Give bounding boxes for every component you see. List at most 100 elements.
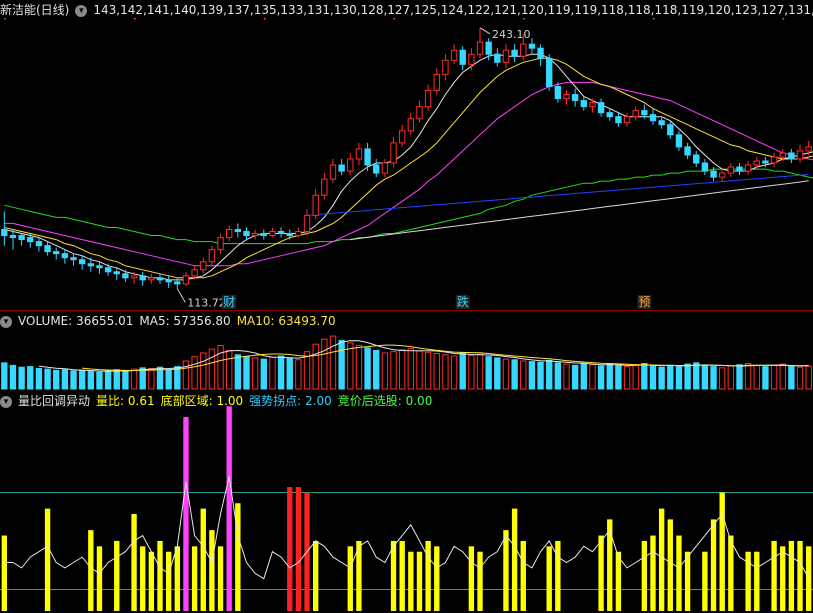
candle-body: [424, 89, 432, 108]
signal-bar: [209, 530, 215, 611]
candle-body: [286, 233, 293, 237]
volume-bar: [329, 335, 337, 390]
volume-bar: [693, 362, 700, 390]
volume-bar: [182, 360, 190, 390]
candle-body: [165, 279, 172, 283]
candle-body: [200, 261, 207, 271]
strong-turn-label: 强势拐点: 2.00: [249, 394, 332, 408]
volume-bar: [113, 369, 120, 390]
volume-bar: [277, 355, 285, 390]
signal-bar: [191, 546, 198, 611]
volume-bar: [18, 366, 25, 390]
signal-bar: [546, 546, 552, 611]
candle-body: [338, 164, 345, 172]
event-marker-cai: 财: [223, 295, 235, 309]
volume-bar: [719, 367, 726, 390]
volume-bar: [130, 368, 138, 390]
candle-body: [701, 162, 709, 172]
signal-bar: [780, 546, 786, 611]
volume-bar: [191, 356, 198, 390]
volume-pane[interactable]: ▾ VOLUME: 36655.01 MA5: 57356.80 MA10: 6349…: [0, 311, 813, 391]
candle-body: [779, 152, 786, 158]
volume-bar: [494, 357, 501, 390]
volume-bar: [476, 353, 484, 390]
candle-body: [321, 178, 328, 196]
volume-bar: [563, 363, 570, 390]
volume-bar: [485, 356, 492, 390]
volume-bar: [96, 371, 103, 390]
candle-body: [61, 253, 69, 259]
candle-body: [182, 275, 190, 285]
volume-bar: [632, 364, 639, 390]
volume-bar: [53, 369, 60, 390]
indicator-chart[interactable]: [0, 391, 813, 613]
candle-body: [684, 146, 691, 156]
volume-bar: [260, 358, 267, 390]
volume-bar: [424, 351, 432, 390]
dropdown-icon[interactable]: ▾: [0, 395, 12, 408]
volume-bar: [234, 354, 242, 390]
volume-bar: [710, 366, 717, 390]
candle-body: [27, 237, 34, 243]
volume-bar: [286, 358, 293, 390]
auction-pick-label: 竞价后选股: 0.00: [337, 394, 433, 408]
candle-body: [468, 53, 475, 65]
candle-body: [122, 273, 129, 279]
candle-body: [1, 228, 8, 237]
vol-ma5-label: MA5: 57356.80: [139, 314, 231, 328]
indicator-pane[interactable]: ▾ 量比回调异动 量比: 0.61 底部区域: 1.00 强势拐点: 2.00 竞价后选股…: [0, 391, 813, 613]
signal-bar: [771, 540, 777, 611]
volume-bar: [615, 364, 622, 390]
candle-body: [788, 152, 795, 160]
signal-bar: [313, 540, 319, 611]
signal-bar: [788, 540, 795, 611]
ma5-label: 143,142,141,140,139,137,135,133,131,130,…: [93, 3, 813, 17]
candle-body: [770, 156, 778, 164]
volume-bar: [104, 370, 112, 390]
volume-bar: [528, 361, 536, 390]
volume-bar: [338, 339, 345, 390]
candle-body: [615, 116, 622, 124]
volume-bar: [468, 354, 475, 390]
volume-bar: [450, 355, 458, 390]
high-price-label: 243.10: [492, 28, 531, 41]
candle-body: [295, 231, 302, 237]
signal-bar: [408, 551, 414, 611]
candle-body: [580, 100, 587, 108]
signal-bar: [295, 487, 302, 611]
volume-bar: [174, 366, 181, 390]
liangbi-label: 量比: 0.61: [96, 394, 155, 408]
volume-bar: [165, 369, 172, 390]
candle-body: [537, 47, 544, 59]
candlestick-chart[interactable]: 243.10 113.72财 跌 预: [0, 0, 813, 311]
signal-bar: [148, 551, 155, 611]
ma20-line: [4, 81, 813, 267]
signal-bar: [615, 551, 622, 611]
volume-bar: [684, 363, 691, 390]
volume-bar: [744, 362, 752, 390]
signal-bar: [140, 546, 146, 611]
signal-bar: [96, 546, 103, 611]
dropdown-icon[interactable]: ▾: [75, 4, 88, 17]
candle-body: [476, 41, 484, 55]
volume-bar: [701, 364, 709, 390]
volume-bar: [623, 366, 631, 390]
candle-body: [442, 59, 449, 75]
candle-body: [87, 263, 94, 267]
candle-body: [381, 162, 389, 174]
volume-bar: [433, 353, 440, 390]
candle-body: [502, 49, 510, 63]
candle-body: [641, 110, 648, 116]
volume-bar: [78, 369, 86, 390]
kline-pane[interactable]: 243.10 113.72 财 跌 预 新洁能(日线) ▾ 143,142,141,140,…: [0, 0, 813, 311]
candle-body: [597, 102, 605, 114]
candle-body: [174, 281, 181, 285]
candle-body: [18, 235, 25, 241]
signal-bar: [347, 546, 353, 611]
candle-body: [78, 259, 86, 265]
candle-body: [191, 269, 198, 277]
volume-header: ▾ VOLUME: 36655.01 MA5: 57356.80 MA10: 6349…: [0, 311, 813, 331]
dropdown-icon[interactable]: ▾: [0, 315, 12, 328]
candle-body: [226, 228, 233, 239]
signal-bar: [503, 530, 509, 611]
